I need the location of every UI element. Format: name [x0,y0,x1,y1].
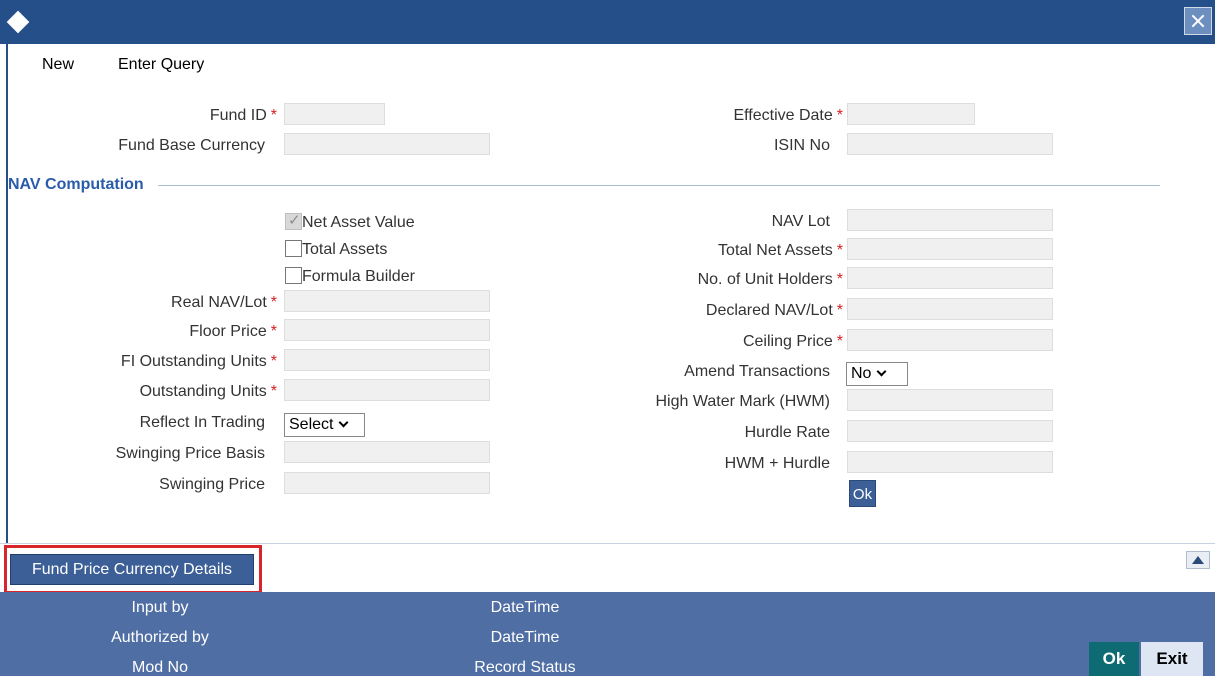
reflect-in-trading-select[interactable]: Select [284,413,365,437]
menu-enter-query[interactable]: Enter Query [118,56,204,74]
ok-button[interactable]: Ok [1089,642,1139,676]
isin-no-input[interactable] [847,133,1053,155]
no-of-unit-holders-input[interactable] [847,267,1053,289]
net-asset-value-label: Net Asset Value [302,214,415,231]
swinging-price-basis-label: Swinging Price Basis [115,445,265,462]
effective-date-label: Effective Date * [733,107,843,124]
real-nav-lot-input[interactable] [284,290,490,312]
mod-no-label: Mod No [131,659,189,676]
amend-transactions-select[interactable]: No [846,362,908,386]
fund-base-currency-input[interactable] [284,133,490,155]
fund-id-label: Fund ID * [209,107,277,124]
fi-outstanding-units-label: FI Outstanding Units * [120,353,277,370]
reflect-in-trading-label: Reflect In Trading [139,414,265,431]
formula-builder-label: Formula Builder [302,268,415,285]
nav-lot-label: NAV Lot [771,213,830,230]
ceiling-price-label: Ceiling Price * [742,333,843,350]
net-asset-value-option[interactable]: Net Asset Value [285,211,415,232]
real-nav-lot-label: Real NAV/Lot * [171,294,277,311]
swinging-price-basis-input[interactable] [284,441,490,463]
ok-compute-button[interactable]: Ok [849,480,876,507]
audit-footer: Input by Authorized by Mod No DateTime D… [0,592,1215,676]
exit-button[interactable]: Exit [1141,642,1203,676]
fi-outstanding-units-input[interactable] [284,349,490,371]
nav-lot-input[interactable] [847,209,1053,231]
floor-price-label: Floor Price * [189,323,277,340]
isin-no-label: ISIN No [773,137,830,154]
outstanding-units-input[interactable] [284,379,490,401]
effective-date-input[interactable] [847,103,975,125]
section-divider [158,185,1160,186]
total-net-assets-label: Total Net Assets * [718,242,843,259]
swinging-price-label: Swinging Price [159,476,265,493]
amend-transactions-value: No [851,365,872,382]
no-of-unit-holders-label: No. of Unit Holders * [697,271,843,288]
record-status-label: Record Status [474,659,576,676]
authorized-by-label: Authorized by [111,629,209,646]
hurdle-rate-label: Hurdle Rate [744,424,830,441]
fund-base-currency-label: Fund Base Currency [118,137,265,154]
chevron-down-icon [877,366,887,377]
chevron-down-icon [339,417,349,428]
declared-nav-lot-label: Declared NAV/Lot * [705,302,843,319]
fund-nav-window: New Enter Query Fund ID * Fund Base Curre… [0,0,1215,676]
hwm-input[interactable] [847,389,1053,411]
net-asset-value-checkbox[interactable] [285,211,302,230]
floor-price-input[interactable] [284,319,490,341]
ceiling-price-input[interactable] [847,329,1053,351]
hurdle-rate-input[interactable] [847,420,1053,442]
formula-builder-option[interactable]: Formula Builder [285,267,415,286]
input-by-label: Input by [131,599,189,616]
datetime-label: DateTime [490,629,560,646]
total-assets-label: Total Assets [302,241,388,258]
close-icon[interactable] [1184,7,1212,35]
total-net-assets-input[interactable] [847,238,1053,260]
amend-transactions-label: Amend Transactions [684,363,830,380]
reflect-in-trading-value: Select [289,416,334,433]
section-title-nav-computation: NAV Computation [8,176,144,193]
highlight-box [4,545,262,594]
hwm-label: High Water Mark (HWM) [655,393,830,410]
diamond-icon [6,10,30,34]
menu-bar: New Enter Query [8,44,1215,84]
datetime-label: DateTime [490,599,560,616]
scroll-up-icon[interactable] [1186,551,1210,569]
declared-nav-lot-input[interactable] [847,298,1053,320]
hwm-hurdle-input[interactable] [847,451,1053,473]
fund-id-input[interactable] [284,103,385,125]
hwm-hurdle-label: HWM + Hurdle [724,455,830,472]
window-left-border [6,44,8,544]
title-bar [0,0,1215,44]
formula-builder-checkbox[interactable] [285,267,302,284]
menu-new[interactable]: New [42,56,74,74]
total-assets-option[interactable]: Total Assets [285,240,387,259]
outstanding-units-label: Outstanding Units * [139,383,277,400]
total-assets-checkbox[interactable] [285,240,302,257]
swinging-price-input[interactable] [284,472,490,494]
